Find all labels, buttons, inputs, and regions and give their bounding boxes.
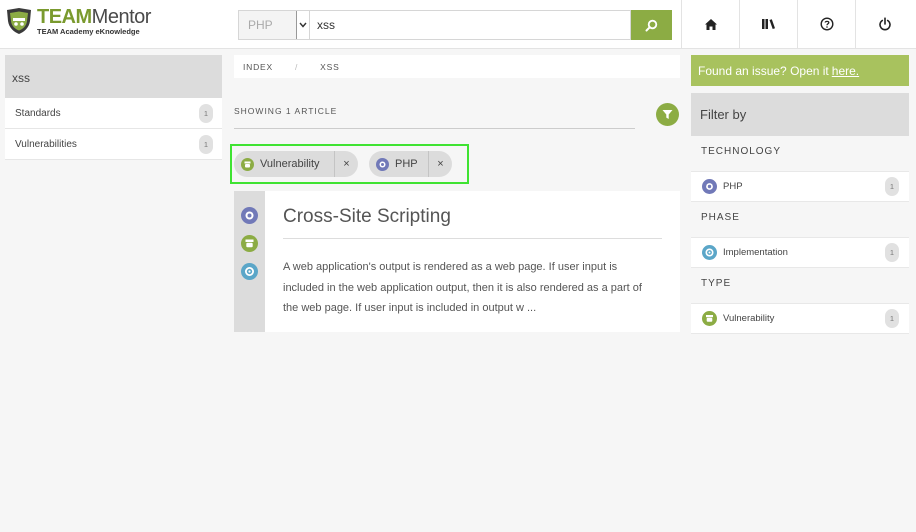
open-issue-link[interactable]: here.: [832, 64, 859, 78]
power-icon: [878, 17, 891, 31]
section-label-type: TYPE: [701, 278, 732, 289]
article-title[interactable]: Cross-Site Scripting: [283, 206, 451, 228]
filter-item-label: Implementation: [723, 247, 788, 258]
count-badge: 1: [885, 309, 899, 328]
search-bar: PHP: [238, 10, 672, 40]
count-badge: 1: [885, 243, 899, 262]
search-icon: [645, 19, 658, 31]
remove-filter-button[interactable]: ×: [334, 151, 358, 177]
technology-select-value: PHP: [248, 18, 273, 32]
report-issue-bar: Found an issue? Open it here.: [691, 55, 909, 86]
php-icon: [702, 179, 717, 194]
header-nav: [681, 0, 913, 48]
divider: [283, 238, 662, 239]
active-filters-highlight: Vulnerability × PHP ×: [230, 144, 469, 184]
filter-chip-php: PHP ×: [369, 151, 452, 177]
library-icon: [762, 19, 775, 29]
query-heading: xss: [5, 55, 222, 98]
left-sidebar: xss Standards 1 Vulnerabilities 1: [5, 55, 222, 160]
sidebar-item-standards[interactable]: Standards 1: [5, 98, 222, 129]
logo-title: TEAMMentor: [37, 6, 151, 28]
home-button[interactable]: [681, 0, 739, 48]
result-count: SHOWING 1 ARTICLE: [234, 106, 338, 116]
chip-label: PHP: [395, 158, 418, 170]
top-header: TEAMMentor TEAM Academy eKnowledge PHP: [0, 0, 916, 49]
breadcrumb-current: XSS: [320, 61, 340, 72]
article-icon-strip: [234, 191, 265, 332]
remove-filter-button[interactable]: ×: [428, 151, 452, 177]
section-label-phase: PHASE: [701, 212, 740, 223]
filter-toggle-button[interactable]: [656, 103, 679, 126]
filter-item-label: Vulnerability: [723, 313, 775, 324]
issue-text: Found an issue? Open it: [698, 63, 829, 78]
count-badge: 1: [199, 103, 213, 123]
count-badge: 1: [199, 134, 213, 154]
team-mentor-logo[interactable]: TEAMMentor TEAM Academy eKnowledge: [5, 7, 151, 36]
divider: [234, 128, 635, 129]
filter-item-label: PHP: [723, 181, 743, 192]
sidebar-item-label: Vulnerabilities: [15, 138, 77, 150]
breadcrumb-index-link[interactable]: INDEX: [243, 62, 273, 72]
vulnerability-icon: [241, 157, 254, 171]
search-input[interactable]: [310, 10, 631, 40]
implementation-icon: [241, 263, 258, 280]
sidebar-item-vulnerabilities[interactable]: Vulnerabilities 1: [5, 129, 222, 160]
filter-item-vulnerability[interactable]: Vulnerability 1: [691, 303, 909, 334]
section-label-technology: TECHNOLOGY: [701, 146, 782, 157]
logo-subtitle: TEAM Academy eKnowledge: [37, 27, 140, 36]
php-icon: [376, 157, 389, 171]
funnel-icon: [662, 110, 673, 119]
help-button[interactable]: [797, 0, 855, 48]
search-button[interactable]: [631, 10, 672, 40]
filter-item-php[interactable]: PHP 1: [691, 171, 909, 202]
implementation-icon: [702, 245, 717, 260]
chevron-down-icon[interactable]: [296, 11, 309, 39]
chip-label: Vulnerability: [260, 158, 320, 170]
filter-item-implementation[interactable]: Implementation 1: [691, 237, 909, 268]
sidebar-item-label: Standards: [15, 107, 61, 119]
technology-select[interactable]: PHP: [238, 10, 310, 40]
filter-by-heading: Filter by: [691, 93, 909, 136]
article-summary: A web application's output is rendered a…: [283, 261, 642, 314]
filter-chip-vulnerability: Vulnerability ×: [234, 151, 358, 177]
article-card[interactable]: Cross-Site Scripting A web application's…: [234, 191, 680, 332]
logout-button[interactable]: [855, 0, 913, 48]
home-icon: [704, 18, 717, 30]
vulnerability-icon: [241, 235, 258, 252]
help-icon: [819, 17, 834, 31]
breadcrumb: INDEX / XSS: [234, 55, 680, 78]
breadcrumb-separator: /: [294, 61, 299, 72]
php-icon: [241, 207, 258, 224]
vulnerability-icon: [702, 311, 717, 326]
shield-logo-icon: [7, 8, 31, 35]
library-button[interactable]: [739, 0, 797, 48]
count-badge: 1: [885, 177, 899, 196]
